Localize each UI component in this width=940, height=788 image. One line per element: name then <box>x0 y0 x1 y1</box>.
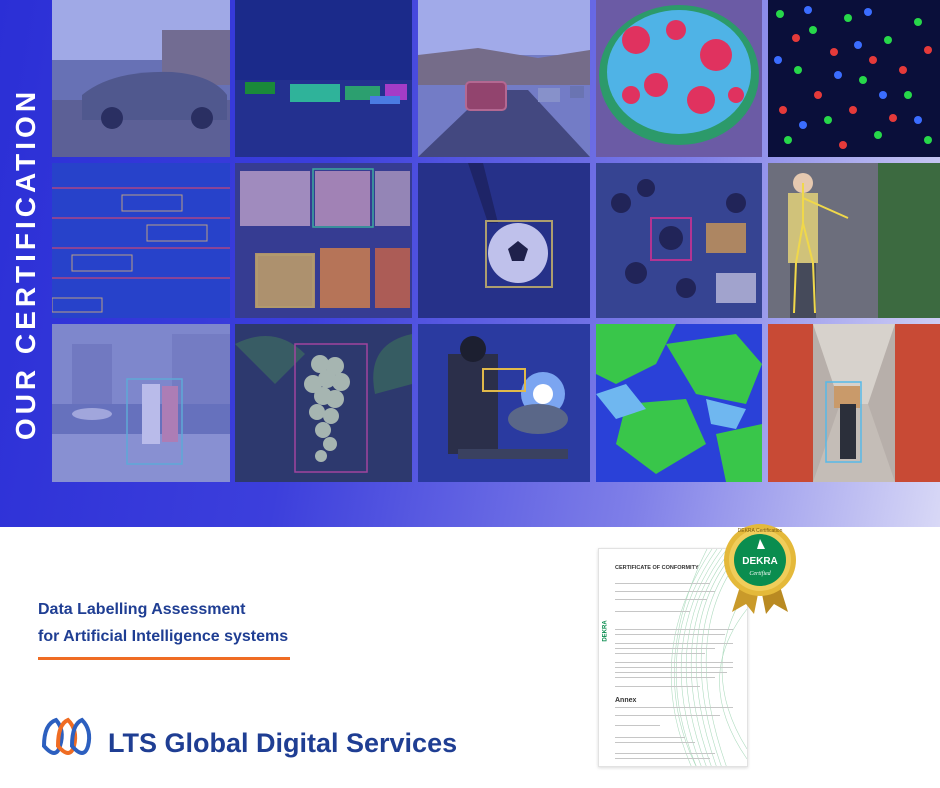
tile-aerial-segmentation <box>596 324 762 482</box>
text-line <box>615 742 695 743</box>
tile-welder <box>418 324 590 482</box>
text-line <box>615 583 710 584</box>
text-line <box>615 737 685 738</box>
text-line <box>615 634 725 635</box>
text-line <box>615 629 733 630</box>
text-line <box>615 667 733 668</box>
tile-grapes <box>235 324 412 482</box>
text-line <box>615 648 715 649</box>
text-line <box>615 591 715 592</box>
certificate-title: CERTIFICATE OF CONFORMITY <box>615 565 699 571</box>
text-line <box>615 599 707 600</box>
company-name: LTS Global Digital Services <box>108 728 458 758</box>
text-line <box>615 686 700 687</box>
tile-pedestrians <box>52 324 230 482</box>
dekra-certified-seal: DEKRA Certified DEKRA Certification <box>724 524 796 614</box>
text-line <box>615 758 710 759</box>
tagline-line-1: Data Labelling Assessment <box>38 601 246 618</box>
tile-highway-cars <box>418 0 590 157</box>
hero-banner: OUR CERTIFICATION <box>0 0 940 527</box>
text-line <box>615 677 715 678</box>
tile-soccer-ball <box>418 163 590 318</box>
tile-circuit-board <box>596 163 762 318</box>
tile-particle-dots <box>768 0 940 157</box>
text-line <box>615 653 705 654</box>
vertical-title: OUR CERTIFICATION <box>0 0 52 527</box>
certificate-annex-heading: Annex <box>615 697 637 704</box>
text-line <box>615 725 660 726</box>
tile-warehouse <box>768 324 940 482</box>
seal-bottom-text: Certified <box>749 570 771 577</box>
text-line <box>615 662 733 663</box>
tile-street-car <box>52 0 230 157</box>
dekra-vertical-text: DEKRA <box>603 620 609 642</box>
company-logo[interactable]: LTS Global Digital Services <box>38 716 457 771</box>
tile-market-shelves <box>235 163 412 318</box>
text-line <box>615 715 720 716</box>
text-line <box>615 672 727 673</box>
vertical-title-text: OUR CERTIFICATION <box>10 87 42 440</box>
text-line <box>615 611 690 612</box>
seal-top-text: DEKRA Certification <box>738 528 783 534</box>
tile-swimmers <box>52 163 230 318</box>
lts-logo-icon <box>38 716 96 771</box>
text-line <box>615 643 733 644</box>
tile-segmentation-road <box>235 0 412 157</box>
seal-name: DEKRA <box>742 556 778 567</box>
tagline: Data Labelling Assessment for Artificial… <box>38 596 368 650</box>
certificate-brand: DEKRA <box>600 601 612 661</box>
tile-pizza-segmentation <box>596 0 762 157</box>
text-line <box>615 753 715 754</box>
text-line <box>615 707 733 708</box>
tile-pose-grocery <box>768 163 940 318</box>
accent-divider <box>38 657 290 660</box>
tagline-line-2: for Artificial Intelligence systems <box>38 628 289 645</box>
